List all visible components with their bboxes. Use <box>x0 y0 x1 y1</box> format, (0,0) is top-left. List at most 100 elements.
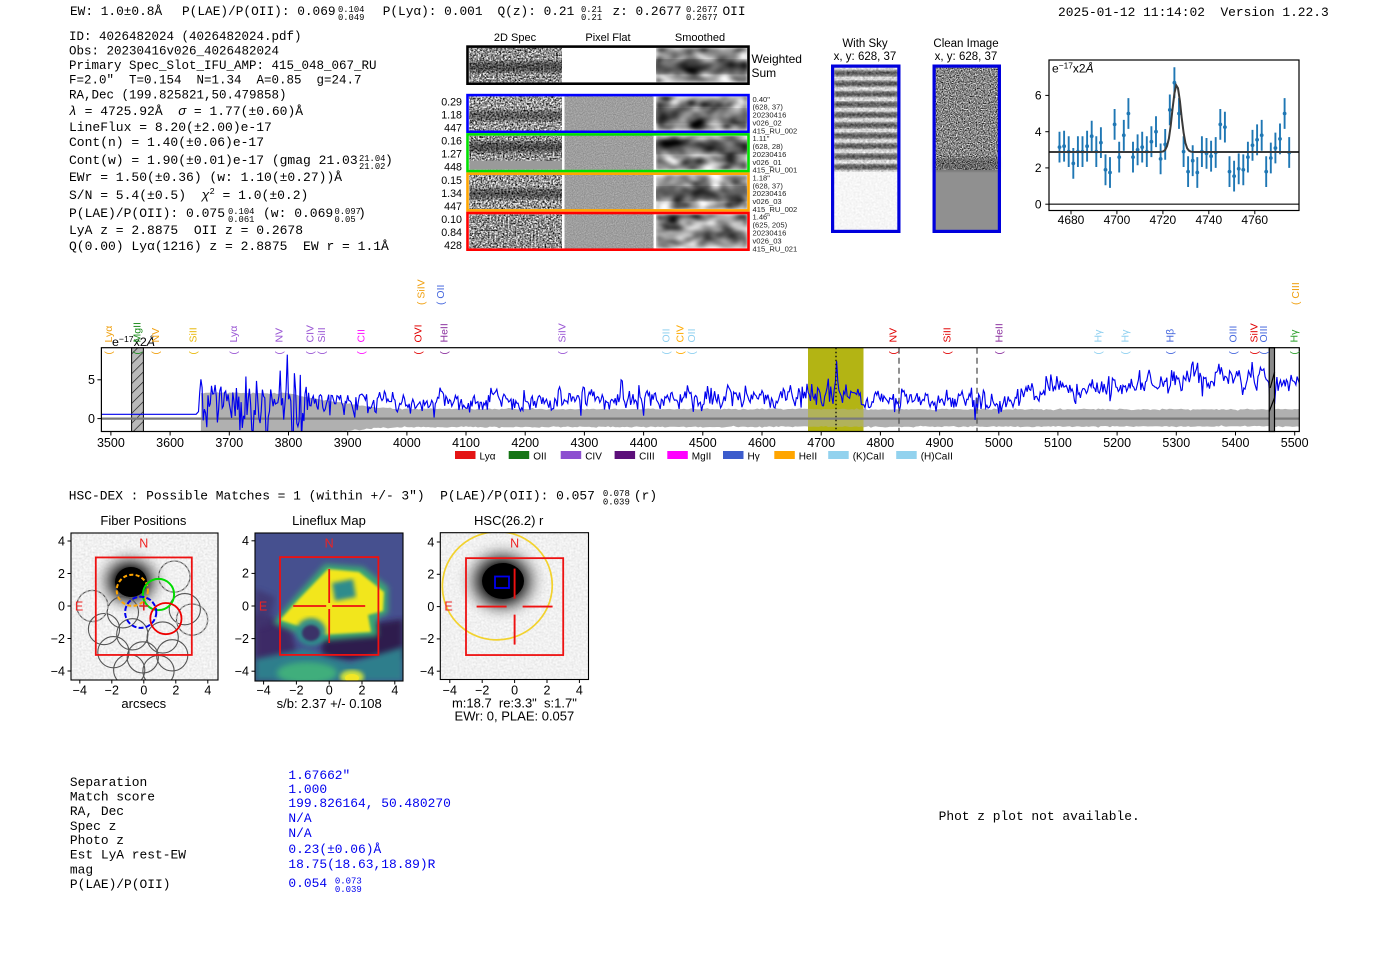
svg-text:3800: 3800 <box>275 436 303 450</box>
svg-text:Sum: Sum <box>752 66 777 80</box>
svg-text:NV: NV <box>887 328 899 343</box>
svg-text:Lyα: Lyα <box>228 326 240 343</box>
svg-text:Spec z: Spec z <box>70 819 116 834</box>
svg-text:OVI: OVI <box>412 324 424 342</box>
svg-text:2D Spec: 2D Spec <box>494 32 537 44</box>
svg-text:LyA z = 2.8875 OII z = 0.2678: LyA z = 2.8875 OII z = 0.2678 <box>69 223 303 238</box>
svg-text:0: 0 <box>88 412 95 426</box>
svg-text:1.000: 1.000 <box>288 782 327 797</box>
svg-text:0.21: 0.21 <box>581 13 602 23</box>
svg-text:415_RU_021: 415_RU_021 <box>753 244 798 253</box>
svg-text:Hγ: Hγ <box>1092 329 1104 343</box>
svg-text:6: 6 <box>1035 89 1042 103</box>
svg-text:4: 4 <box>391 684 398 698</box>
svg-text:(w: 0.069: (w: 0.069 <box>263 206 333 221</box>
svg-text:Phot z plot not available.: Phot z plot not available. <box>939 809 1140 824</box>
svg-text:( OII: ( OII <box>435 285 447 305</box>
svg-text:ID: 4026482024 (4026482024.pdf: ID: 4026482024 (4026482024.pdf) <box>69 30 302 44</box>
svg-text:4900: 4900 <box>926 436 954 450</box>
svg-text:LineFlux = 8.20(±2.00)e-17: LineFlux = 8.20(±2.00)e-17 <box>69 120 272 135</box>
svg-text:HeII: HeII <box>438 323 450 342</box>
svg-text:HeII: HeII <box>799 451 817 462</box>
svg-text:4: 4 <box>1035 125 1042 139</box>
svg-text:EWr = 1.50(±0.36) (w: 1.10(±0.: EWr = 1.50(±0.36) (w: 1.10(±0.27))Å <box>69 170 342 185</box>
svg-text:Est LyA rest-EW: Est LyA rest-EW <box>70 848 186 863</box>
svg-text:N: N <box>325 537 334 551</box>
svg-text:arcsecs: arcsecs <box>121 696 166 711</box>
svg-text:e−17x2Å: e−17x2Å <box>1052 61 1094 76</box>
svg-text:CIII: CIII <box>639 451 655 462</box>
svg-text:Lineflux Map: Lineflux Map <box>292 513 366 528</box>
svg-text:Weighted: Weighted <box>752 52 802 66</box>
svg-text:MgII: MgII <box>692 451 711 462</box>
svg-text:2025-01-12 11:14:02 Version 1: 2025-01-12 11:14:02 Version 1.22.3 <box>1058 5 1329 20</box>
svg-text:4: 4 <box>427 535 434 549</box>
svg-text:5300: 5300 <box>1162 436 1190 450</box>
svg-text:P(LAE)/P(OII): 0.075: P(LAE)/P(OII): 0.075 <box>69 206 225 221</box>
svg-text:4: 4 <box>576 684 583 698</box>
svg-text:4600: 4600 <box>748 436 776 450</box>
svg-text:Clean Image: Clean Image <box>933 38 998 50</box>
svg-text:x, y: 628, 37: x, y: 628, 37 <box>834 51 897 63</box>
svg-text:P(LAE)/P(OII): P(LAE)/P(OII) <box>70 877 171 892</box>
svg-text:HSC-DEX : Possible Matches = 1: HSC-DEX : Possible Matches = 1 (within +… <box>69 488 595 503</box>
svg-text:SiII: SiII <box>941 327 953 342</box>
svg-text:−4: −4 <box>256 684 270 698</box>
svg-text:Cont(w) = 1.90(±0.01)e-17 (gma: Cont(w) = 1.90(±0.01)e-17 (gmag 21.03 <box>69 153 358 168</box>
svg-text:4760: 4760 <box>1241 213 1268 227</box>
svg-text:( SiIV: ( SiIV <box>415 279 427 305</box>
svg-text:SiIV: SiIV <box>557 323 569 342</box>
svg-text:): ) <box>385 153 393 168</box>
svg-text:P(LAE)/P(OII): 0.069: P(LAE)/P(OII): 0.069 <box>182 4 336 19</box>
svg-text:−4: −4 <box>420 665 434 679</box>
svg-text:0.2677: 0.2677 <box>686 13 718 23</box>
svg-text:0.23(±0.06)Å: 0.23(±0.06)Å <box>288 842 381 857</box>
svg-text:OIII: OIII <box>1227 326 1239 343</box>
svg-text:199.826164, 50.480270: 199.826164, 50.480270 <box>288 796 450 811</box>
svg-text:1.67662": 1.67662" <box>288 768 350 783</box>
svg-text:Photo z: Photo z <box>70 833 124 848</box>
svg-text:5100: 5100 <box>1044 436 1072 450</box>
svg-text:428: 428 <box>444 240 462 252</box>
svg-text:−4: −4 <box>73 684 87 698</box>
svg-text:NV: NV <box>150 328 162 343</box>
svg-text:4: 4 <box>58 534 65 548</box>
svg-text:447: 447 <box>444 122 462 134</box>
svg-text:Primary Spec_Slot_IFU_AMP: 415: Primary Spec_Slot_IFU_AMP: 415_048_067_R… <box>69 59 377 73</box>
svg-text:4: 4 <box>204 684 211 698</box>
svg-text:0.049: 0.049 <box>338 13 364 23</box>
svg-text:2: 2 <box>58 567 65 581</box>
svg-text:4400: 4400 <box>630 436 658 450</box>
svg-text:Match score: Match score <box>70 789 155 804</box>
svg-text:0: 0 <box>58 599 65 613</box>
svg-text:Smoothed: Smoothed <box>675 32 725 44</box>
svg-text:1.18: 1.18 <box>441 109 462 121</box>
svg-text:0: 0 <box>427 600 434 614</box>
svg-text:λ = 4725.92Å σ = 1.77(±0.60)Å: λ = 4725.92Å σ = 1.77(±0.60)Å <box>69 104 303 119</box>
svg-text:4200: 4200 <box>511 436 539 450</box>
svg-text:18.75(18.63,18.89)R: 18.75(18.63,18.89)R <box>288 857 435 872</box>
svg-text:(K)CaII: (K)CaII <box>853 451 885 462</box>
svg-text:5400: 5400 <box>1222 436 1250 450</box>
svg-text:Separation: Separation <box>70 775 147 790</box>
svg-text:N: N <box>510 537 519 551</box>
svg-text:OII: OII <box>533 451 546 462</box>
svg-text:): ) <box>358 206 366 221</box>
svg-text:−2: −2 <box>105 684 119 698</box>
svg-text:0.15: 0.15 <box>441 175 462 187</box>
svg-text:(H)CaII: (H)CaII <box>921 451 953 462</box>
svg-text:RA,Dec (199.825821,50.479858): RA,Dec (199.825821,50.479858) <box>69 89 287 103</box>
svg-text:2: 2 <box>427 568 434 582</box>
svg-text:N: N <box>139 537 148 551</box>
svg-text:Hγ: Hγ <box>1288 329 1300 343</box>
svg-text:4700: 4700 <box>1104 213 1131 227</box>
svg-text:2: 2 <box>242 567 249 581</box>
svg-text:HeII: HeII <box>993 323 1005 342</box>
svg-text:Pixel Flat: Pixel Flat <box>585 32 630 44</box>
svg-text:CII: CII <box>355 329 367 342</box>
svg-text:EWr: 0, PLAE: 0.057: EWr: 0, PLAE: 0.057 <box>455 709 575 724</box>
svg-text:5: 5 <box>88 373 95 387</box>
svg-text:3600: 3600 <box>156 436 184 450</box>
svg-text:Lyα: Lyα <box>480 451 496 462</box>
svg-text:SiII: SiII <box>316 327 328 342</box>
